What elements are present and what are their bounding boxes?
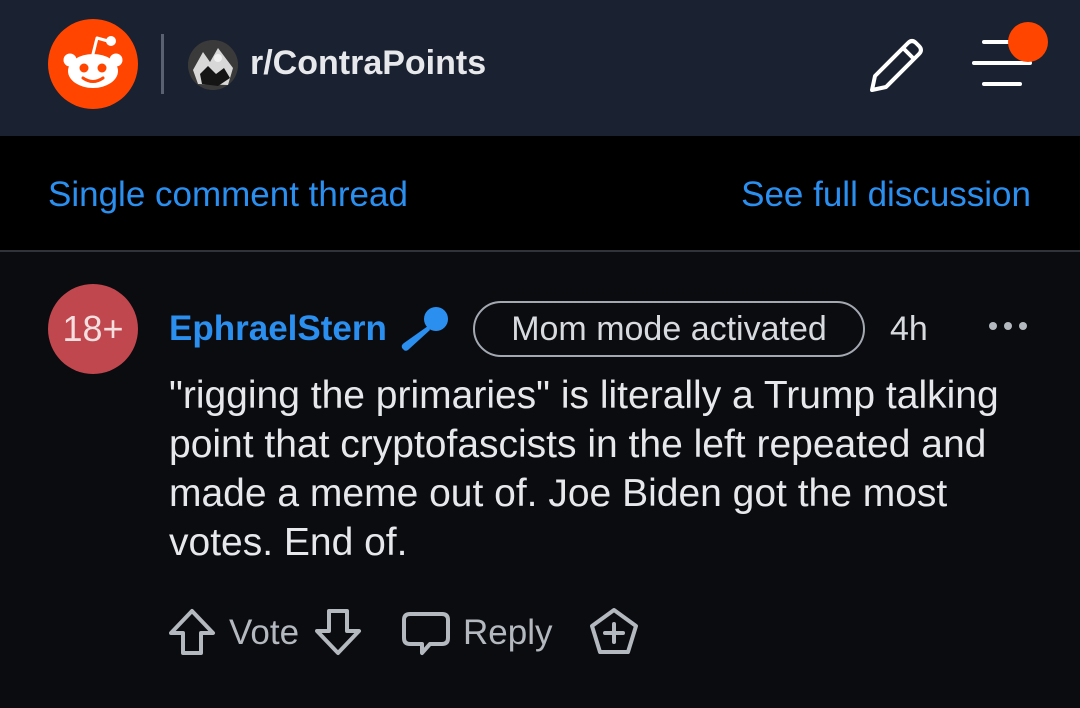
microphone-icon (401, 307, 448, 351)
comment-body: "rigging the primaries" is literally a T… (169, 374, 999, 564)
upvote-icon[interactable] (166, 606, 218, 658)
vote-label: Vote (229, 612, 299, 654)
reply-bubble-icon[interactable] (400, 608, 452, 658)
subreddit-avatar-image (188, 40, 238, 90)
single-comment-thread-link[interactable]: Single comment thread (48, 174, 408, 216)
reply-label-text: Reply (463, 613, 553, 652)
notification-dot (1008, 22, 1048, 62)
see-full-discussion-link[interactable]: See full discussion (741, 174, 1031, 216)
comment-username[interactable]: EphraelStern (169, 308, 387, 350)
subreddit-avatar[interactable] (188, 40, 238, 90)
subreddit-name[interactable]: r/ContraPoints (250, 42, 486, 84)
more-options-icon[interactable] (986, 314, 1030, 338)
downvote-icon[interactable] (312, 606, 364, 658)
header-divider (161, 34, 164, 94)
pencil-icon[interactable] (862, 34, 928, 100)
user-flair: Mom mode activated (473, 301, 865, 357)
user-flair-text: Mom mode activated (511, 310, 827, 348)
reply-button[interactable]: Reply (463, 612, 552, 654)
vote-label-text: Vote (229, 613, 300, 652)
reddit-snoo-icon[interactable] (48, 19, 138, 109)
nsfw-badge-text: 18+ (62, 308, 124, 349)
award-icon[interactable] (588, 606, 640, 658)
user-avatar[interactable]: 18+ (48, 284, 138, 374)
top-app-bar: r/ContraPoints (0, 0, 1080, 136)
comment-timestamp: 4h (890, 310, 928, 348)
